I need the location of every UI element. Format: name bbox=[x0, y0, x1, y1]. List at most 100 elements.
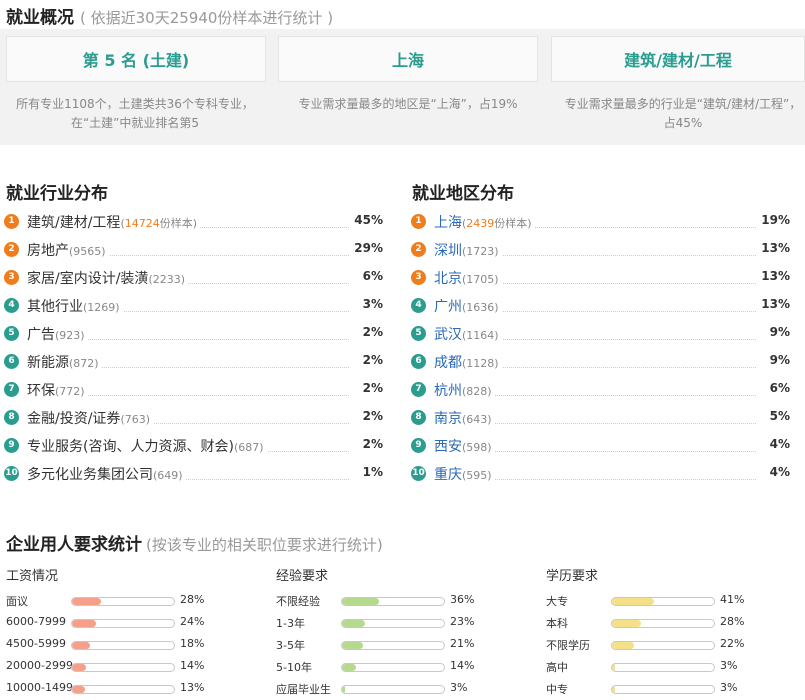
salary-section: 工资情况 面议 28% 6000-7999 24% 4500-5999 18% 20000-2… bbox=[6, 565, 266, 700]
experience-section: 经验要求 不限经验 36% 1-3年 23% 3-5年 21% 5-10年 14% 应届毕业生 3% bbox=[276, 565, 536, 700]
percentage: 2% bbox=[362, 381, 383, 395]
rank-badge: 8 bbox=[411, 410, 426, 425]
region-list: 1 上海(2439份样本) 19% 2 深圳(1723) 13% 3 北京(1705) 13% 4… bbox=[411, 208, 796, 488]
region-item-name[interactable]: 北京 bbox=[434, 271, 462, 287]
percentage: 13% bbox=[761, 241, 790, 255]
salary-row: 面议 28% bbox=[6, 590, 266, 612]
region-item[interactable]: 8 南京(643) 5% bbox=[411, 404, 796, 432]
count-value: 872 bbox=[73, 357, 95, 370]
region-item[interactable]: 10 重庆(595) 4% bbox=[411, 460, 796, 488]
region-item-name[interactable]: 武汉 bbox=[434, 327, 462, 343]
experience-label: 1-3年 bbox=[276, 617, 305, 630]
region-item-name[interactable]: 广州 bbox=[434, 299, 462, 315]
region-item-name[interactable]: 重庆 bbox=[434, 467, 462, 483]
top-region-card: 上海 bbox=[278, 36, 538, 82]
region-item[interactable]: 7 杭州(828) 6% bbox=[411, 376, 796, 404]
region-title: 就业地区分布 bbox=[412, 184, 514, 204]
industry-item-name[interactable]: 多元化业务集团公司 bbox=[27, 467, 153, 483]
region-item-text: 成都(1128) bbox=[434, 352, 502, 372]
industry-item-name[interactable]: 建筑/建材/工程 bbox=[27, 215, 120, 231]
industry-item-name[interactable]: 其他行业 bbox=[27, 299, 83, 315]
sample-count: (1723) bbox=[462, 245, 499, 258]
industry-item-name[interactable]: 新能源 bbox=[27, 355, 69, 371]
industry-item[interactable]: 5 广告(923) 2% bbox=[4, 320, 389, 348]
region-item-name[interactable]: 成都 bbox=[434, 355, 462, 371]
industry-item[interactable]: 3 家居/室内设计/装潢(2233) 6% bbox=[4, 264, 389, 292]
close-paren: ) bbox=[487, 413, 492, 426]
sample-count: (1164) bbox=[462, 329, 499, 342]
sample-count: (1636) bbox=[462, 301, 499, 314]
region-item[interactable]: 4 广州(1636) 13% bbox=[411, 292, 796, 320]
sample-count: (1269) bbox=[83, 301, 120, 314]
region-item-name[interactable]: 上海 bbox=[434, 215, 462, 231]
overview-subtitle: ( 依据近30天25940份样本进行统计 ) bbox=[80, 9, 334, 27]
count-value: 2233 bbox=[152, 273, 181, 286]
education-row: 不限学历 22% bbox=[546, 634, 805, 656]
industry-item-name[interactable]: 环保 bbox=[27, 383, 55, 399]
region-item-text: 深圳(1723) bbox=[434, 240, 502, 260]
rank-badge: 9 bbox=[4, 438, 19, 453]
education-pct: 3% bbox=[720, 659, 738, 672]
region-item[interactable]: 3 北京(1705) 13% bbox=[411, 264, 796, 292]
industry-title: 就业行业分布 bbox=[6, 184, 108, 204]
industry-item[interactable]: 2 房地产(9565) 29% bbox=[4, 236, 389, 264]
region-item-name[interactable]: 西安 bbox=[434, 439, 462, 455]
rank-badge: 3 bbox=[411, 270, 426, 285]
requirements-title: 企业用人要求统计 bbox=[6, 535, 142, 555]
industry-item-text: 金融/投资/证券(763) bbox=[27, 408, 154, 428]
overview-title: 就业概况 bbox=[6, 8, 74, 28]
region-item-name[interactable]: 杭州 bbox=[434, 383, 462, 399]
industry-item-name[interactable]: 广告 bbox=[27, 327, 55, 343]
rank-badge: 2 bbox=[4, 242, 19, 257]
industry-item[interactable]: 4 其他行业(1269) 3% bbox=[4, 292, 389, 320]
education-row: 本科 28% bbox=[546, 612, 805, 634]
percentage: 19% bbox=[761, 213, 790, 227]
salary-label: 4500-5999 bbox=[6, 637, 66, 650]
count-value: 1636 bbox=[466, 301, 495, 314]
rank-badge: 5 bbox=[411, 326, 426, 341]
count-value: 595 bbox=[466, 469, 488, 482]
region-item-text: 西安(598) bbox=[434, 436, 495, 456]
industry-item-name[interactable]: 专业服务(咨询、人力资源、财会) bbox=[27, 439, 234, 455]
industry-item[interactable]: 1 建筑/建材/工程(14724份样本) 45% bbox=[4, 208, 389, 236]
rank-badge: 10 bbox=[4, 466, 19, 481]
experience-label: 5-10年 bbox=[276, 661, 312, 674]
region-item[interactable]: 6 成都(1128) 9% bbox=[411, 348, 796, 376]
industry-item[interactable]: 7 环保(772) 2% bbox=[4, 376, 389, 404]
education-pct: 28% bbox=[720, 615, 745, 628]
industry-item[interactable]: 8 金融/投资/证券(763) 2% bbox=[4, 404, 389, 432]
salary-bar bbox=[71, 619, 175, 628]
experience-pct: 3% bbox=[450, 681, 468, 694]
education-bar bbox=[611, 663, 715, 672]
industry-item[interactable]: 10 多元化业务集团公司(649) 1% bbox=[4, 460, 389, 488]
rank-badge: 7 bbox=[4, 382, 19, 397]
count-value: 1705 bbox=[466, 273, 495, 286]
education-pct: 22% bbox=[720, 637, 745, 650]
salary-row: 6000-7999 24% bbox=[6, 612, 266, 634]
experience-row: 3-5年 21% bbox=[276, 634, 536, 656]
region-item[interactable]: 2 深圳(1723) 13% bbox=[411, 236, 796, 264]
sample-count: (14724份样本) bbox=[120, 217, 197, 230]
experience-row: 不限经验 36% bbox=[276, 590, 536, 612]
region-item-name[interactable]: 南京 bbox=[434, 411, 462, 427]
industry-item[interactable]: 6 新能源(872) 2% bbox=[4, 348, 389, 376]
close-paren: ) bbox=[145, 413, 151, 426]
industry-item-name[interactable]: 房地产 bbox=[27, 243, 69, 259]
industry-item[interactable]: 9 专业服务(咨询、人力资源、财会)(687) 2% bbox=[4, 432, 389, 460]
industry-item-text: 家居/室内设计/装潢(2233) bbox=[27, 268, 189, 288]
experience-row: 5-10年 14% bbox=[276, 656, 536, 678]
experience-label: 不限经验 bbox=[276, 595, 320, 608]
salary-label: 20000-2999 bbox=[6, 659, 73, 672]
region-item[interactable]: 9 西安(598) 4% bbox=[411, 432, 796, 460]
industry-item-name[interactable]: 金融/投资/证券 bbox=[27, 411, 120, 427]
close-paren: ) bbox=[180, 273, 186, 286]
region-item-name[interactable]: 深圳 bbox=[434, 243, 462, 259]
count-value: 1269 bbox=[87, 301, 116, 314]
salary-label: 10000-1499 bbox=[6, 681, 73, 694]
count-value: 772 bbox=[59, 385, 81, 398]
experience-row: 1-3年 23% bbox=[276, 612, 536, 634]
industry-item-name[interactable]: 家居/室内设计/装潢 bbox=[27, 271, 148, 287]
region-item[interactable]: 1 上海(2439份样本) 19% bbox=[411, 208, 796, 236]
region-item[interactable]: 5 武汉(1164) 9% bbox=[411, 320, 796, 348]
count-value: 2439 bbox=[466, 217, 495, 230]
